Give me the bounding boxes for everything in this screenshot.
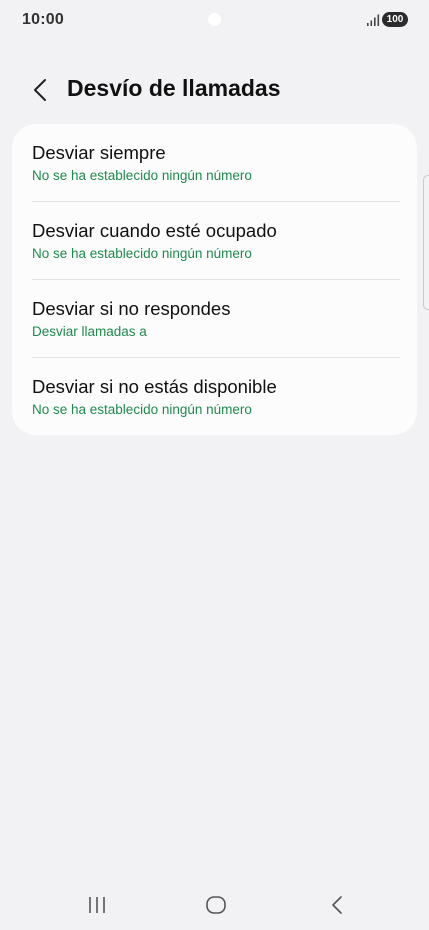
recents-button[interactable]: [82, 892, 112, 918]
option-title: Desviar si no respondes: [32, 298, 231, 319]
page-title: Desvío de llamadas: [67, 75, 281, 101]
signal-icon: [367, 14, 380, 26]
camera-cutout: [208, 13, 221, 26]
header: Desvío de llamadas: [0, 70, 429, 110]
option-subtitle: No se ha establecido ningún número: [32, 246, 252, 261]
scrollbar[interactable]: [423, 175, 429, 310]
navigation-bar: [0, 880, 429, 930]
option-forward-when-busy[interactable]: Desviar cuando esté ocupado No se ha est…: [12, 202, 417, 280]
option-title: Desviar cuando esté ocupado: [32, 220, 277, 241]
option-always-forward[interactable]: Desviar siempre No se ha establecido nin…: [12, 124, 417, 202]
option-forward-no-answer[interactable]: Desviar si no respondes Desviar llamadas…: [12, 280, 417, 358]
chevron-left-icon: [34, 79, 46, 101]
back-icon: [332, 896, 342, 914]
option-title: Desviar si no estás disponible: [32, 376, 277, 397]
back-button[interactable]: [28, 74, 52, 106]
option-forward-unavailable[interactable]: Desviar si no estás disponible No se ha …: [12, 358, 417, 436]
status-time: 10:00: [22, 11, 64, 28]
home-icon: [206, 896, 226, 914]
forwarding-options-card: Desviar siempre No se ha establecido nin…: [12, 124, 417, 435]
option-subtitle: No se ha establecido ningún número: [32, 168, 252, 183]
status-bar: 10:00 100: [0, 0, 429, 42]
recents-icon: [89, 897, 105, 913]
screen: 10:00 100 Desvío de llamadas Desviar sie…: [0, 0, 429, 930]
option-subtitle: No se ha establecido ningún número: [32, 402, 252, 417]
battery-icon: 100: [382, 12, 408, 27]
option-title: Desviar siempre: [32, 142, 166, 163]
option-subtitle: Desviar llamadas a: [32, 324, 147, 339]
home-button[interactable]: [201, 892, 231, 918]
back-nav-button[interactable]: [322, 892, 352, 918]
